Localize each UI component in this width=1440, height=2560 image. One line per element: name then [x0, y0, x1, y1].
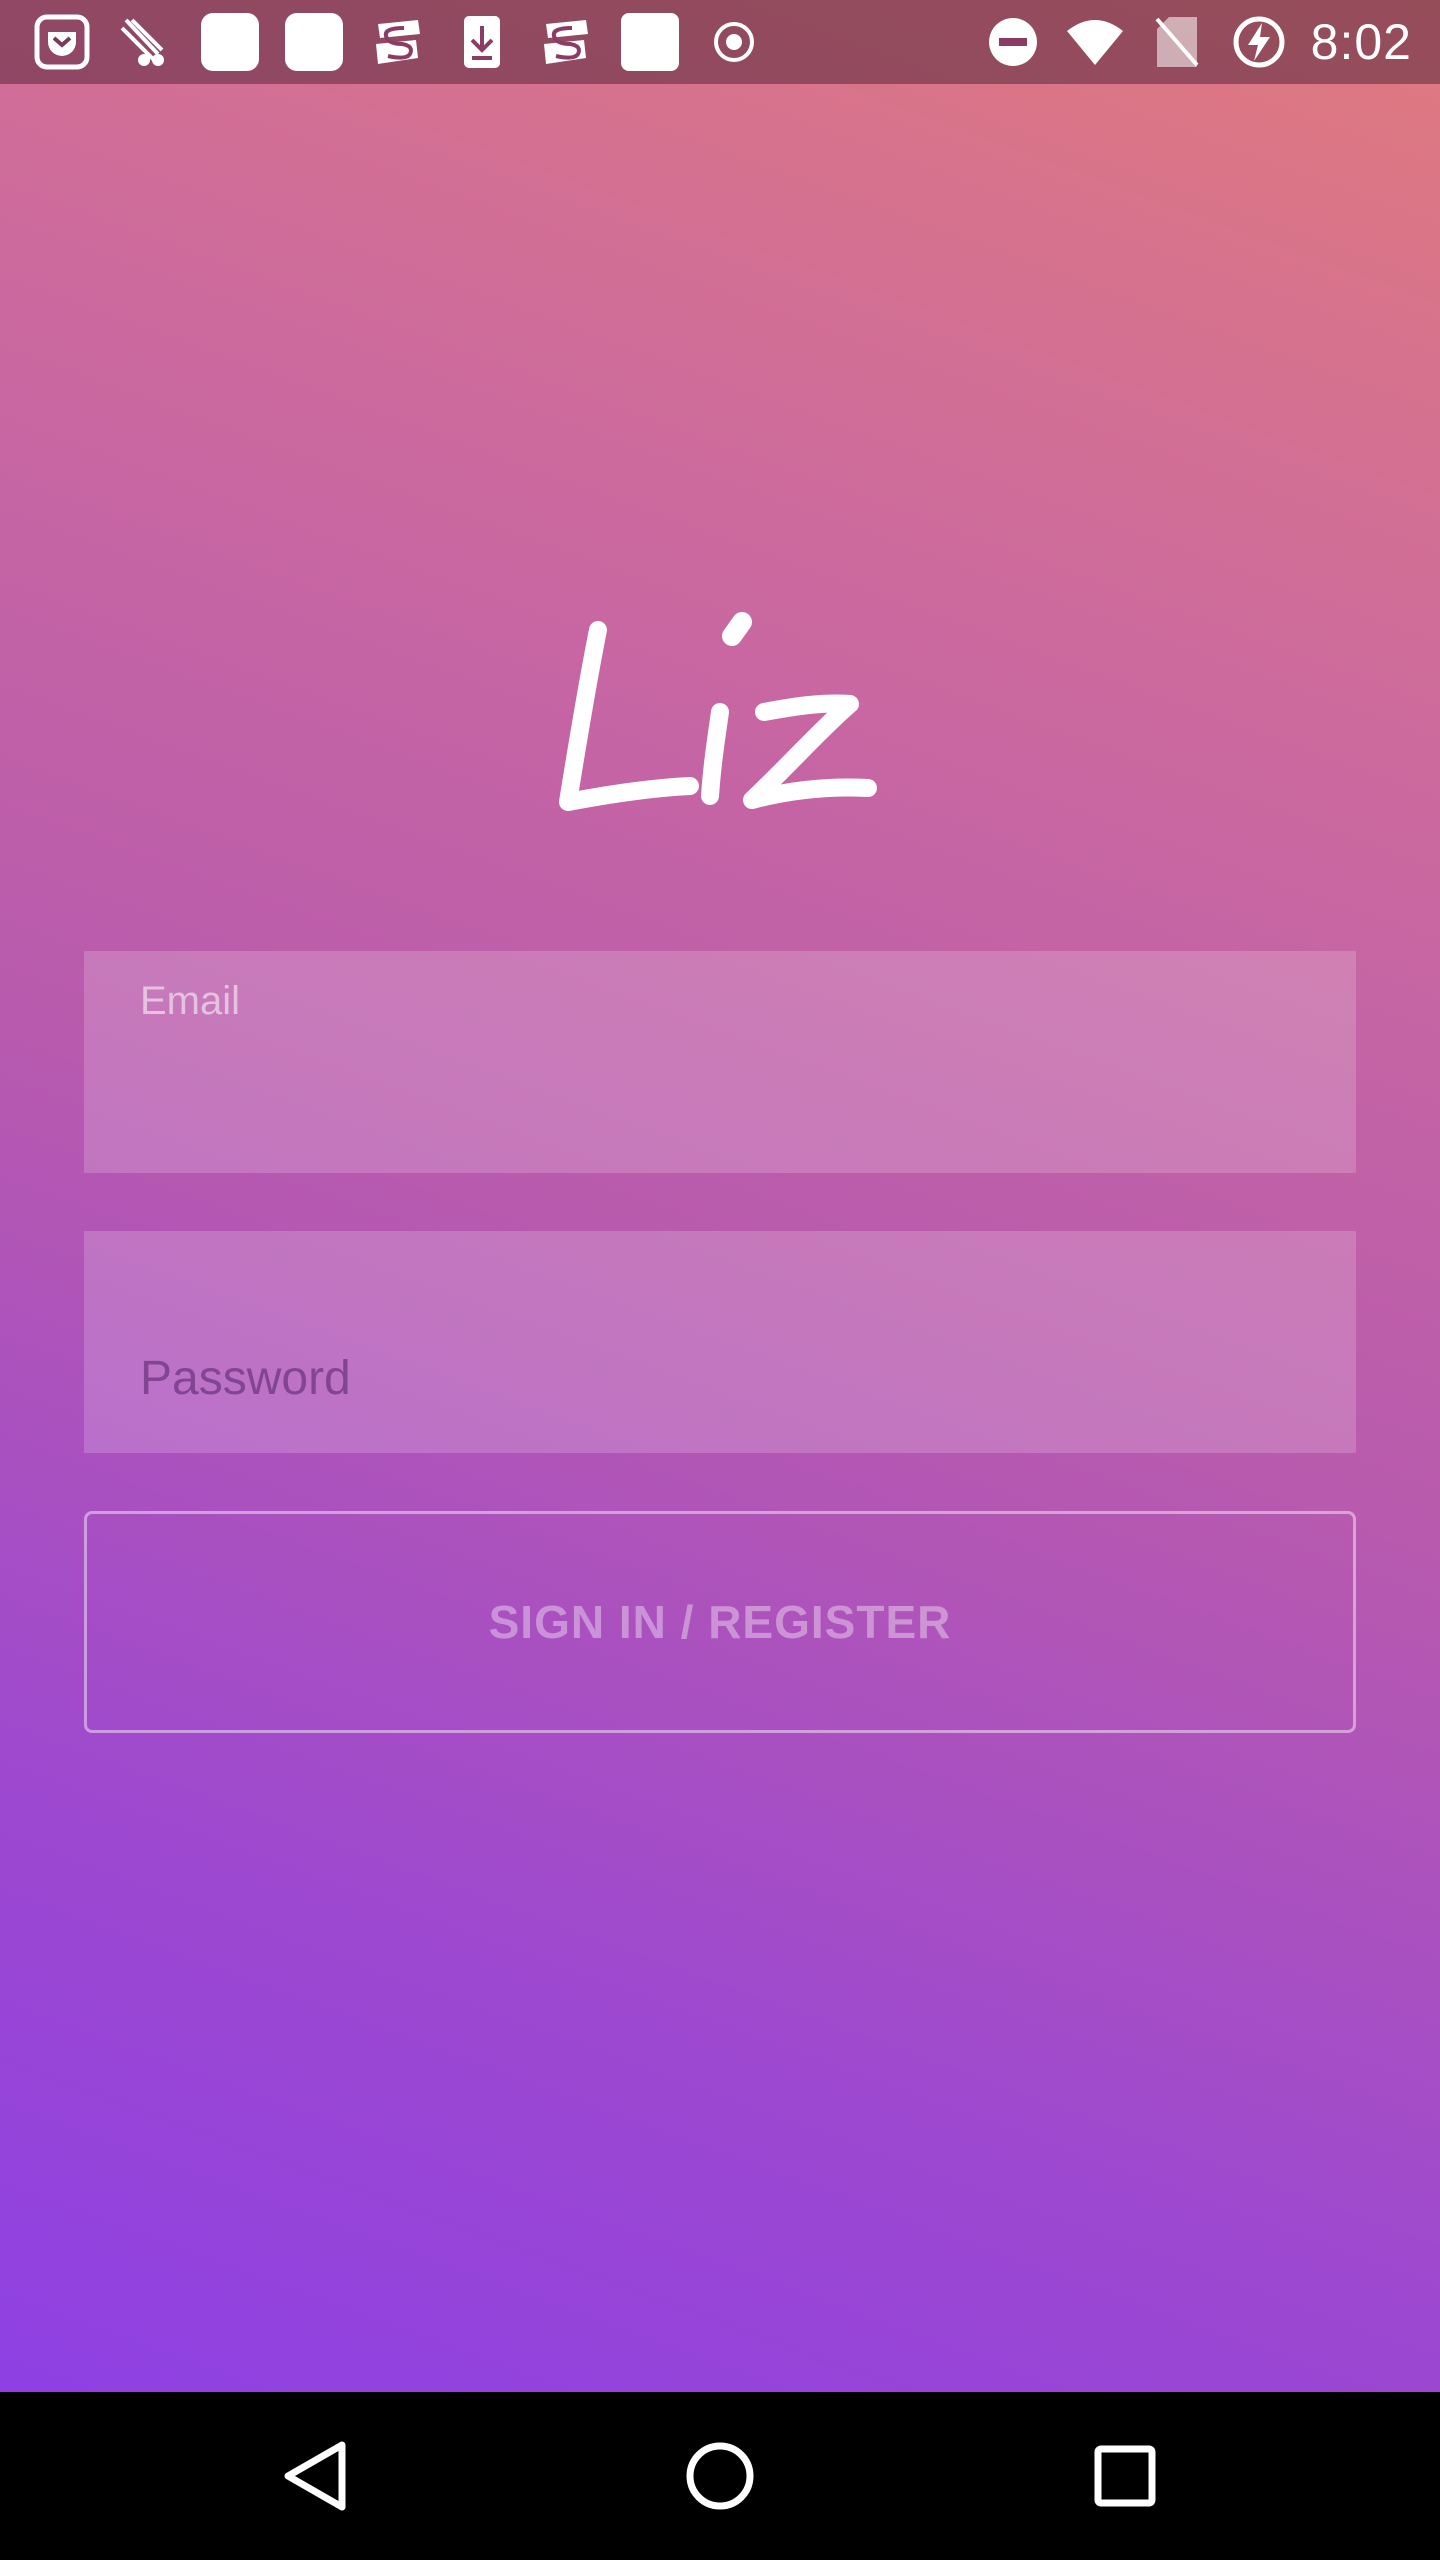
do-not-disturb-icon: [983, 12, 1043, 72]
wifi-icon: [1065, 12, 1125, 72]
download-icon: [452, 12, 512, 72]
email-input[interactable]: [140, 1063, 1300, 1133]
sign-in-register-label: SIGN IN / REGISTER: [488, 1596, 952, 1648]
recents-icon[interactable]: [1075, 2426, 1175, 2526]
clock: 8:02: [1310, 14, 1412, 70]
blank-app-icon: [200, 12, 260, 72]
s-app-icon: [536, 12, 596, 72]
back-icon[interactable]: [265, 2426, 365, 2526]
sign-in-register-button[interactable]: SIGN IN / REGISTER: [84, 1511, 1356, 1733]
battery-charging-icon: [1229, 12, 1289, 72]
system-status-icons: 8:02: [983, 12, 1412, 72]
app-logo: [520, 590, 920, 830]
blank-app-icon: [284, 12, 344, 72]
home-icon[interactable]: [670, 2426, 770, 2526]
email-label: Email: [140, 979, 241, 1023]
no-sim-icon: [1147, 12, 1207, 72]
notification-icons: [32, 12, 764, 72]
status-bar: 8:02: [0, 0, 1440, 84]
navigation-bar: [0, 2392, 1440, 2560]
email-field[interactable]: Email: [84, 951, 1356, 1173]
login-screen: 8:02 Email SIGN IN / REGISTER: [0, 0, 1440, 2560]
password-field[interactable]: [84, 1231, 1356, 1453]
record-icon: [704, 12, 764, 72]
s-app-icon: [368, 12, 428, 72]
password-input[interactable]: [140, 1343, 1300, 1413]
bird-notification-icon: [116, 12, 176, 72]
blank-app-icon: [620, 12, 680, 72]
pocket-icon: [32, 12, 92, 72]
